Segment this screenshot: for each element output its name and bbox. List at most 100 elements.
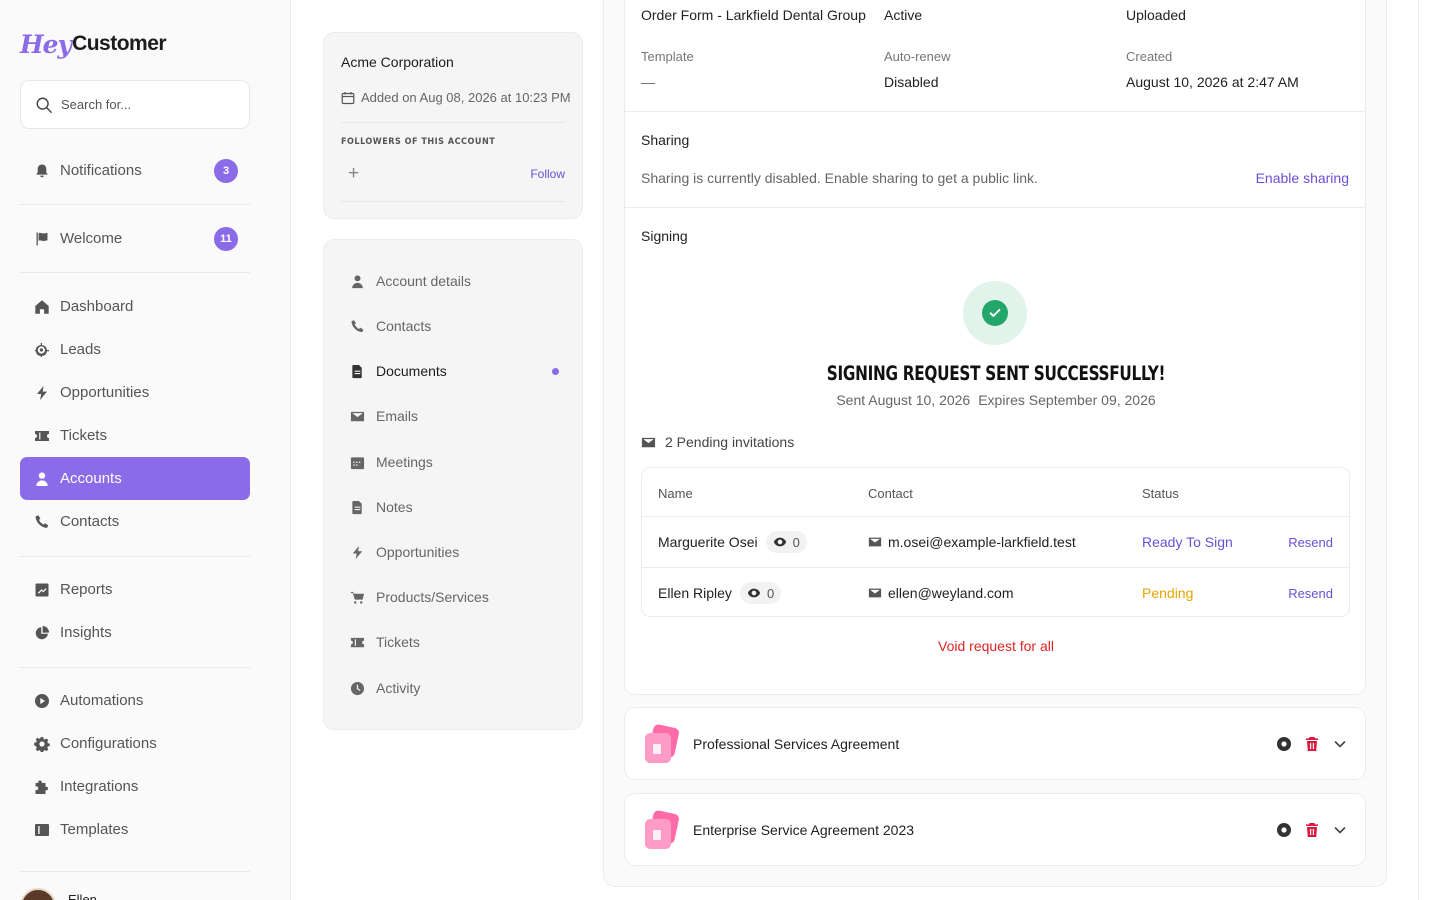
document-stack-icon: [645, 724, 679, 763]
signer-status: Ready To Sign: [1142, 534, 1233, 550]
sidebar-item-contacts[interactable]: Contacts: [20, 500, 250, 543]
sidebar-item-label: Configurations: [60, 735, 157, 752]
divider: [625, 111, 1365, 112]
sidebar-item-dashboard[interactable]: Dashboard: [20, 285, 250, 328]
search-box[interactable]: [20, 80, 250, 129]
document-card[interactable]: Enterprise Service Agreement 2023: [624, 793, 1366, 866]
tab-opportunities[interactable]: Opportunities: [349, 537, 559, 567]
document-card[interactable]: Professional Services Agreement: [624, 707, 1366, 780]
app-logo[interactable]: Hey Customer: [20, 28, 167, 60]
avatar: [20, 888, 56, 900]
home-icon: [34, 299, 50, 315]
document-stack-icon: [645, 810, 679, 849]
cart-icon: [349, 589, 365, 605]
view-count-badge: 0: [765, 531, 807, 553]
document-details-card: Order Form - Larkfield Dental Group Acti…: [624, 0, 1366, 695]
search-icon: [36, 97, 52, 113]
sidebar-divider: [20, 272, 250, 273]
trash-icon[interactable]: [1303, 821, 1321, 839]
tab-emails[interactable]: Emails: [349, 401, 559, 431]
document-icon: [349, 363, 365, 379]
bell-icon: [34, 163, 50, 179]
chevron-down-icon[interactable]: [1331, 821, 1349, 839]
sidebar: Hey Customer Notifications 3 Welcome 11 …: [0, 0, 291, 900]
tab-contacts[interactable]: Contacts: [349, 311, 559, 341]
pending-invitations-text: 2 Pending invitations: [665, 434, 795, 450]
tab-meetings[interactable]: Meetings: [349, 447, 559, 477]
sidebar-item-label: Insights: [60, 624, 112, 641]
sidebar-item-label: Notifications: [60, 162, 142, 179]
resend-button[interactable]: Resend: [1288, 586, 1333, 601]
sidebar-item-label: Reports: [60, 581, 113, 598]
sidebar-item-tickets[interactable]: Tickets: [20, 414, 250, 457]
column-header-name: Name: [658, 486, 693, 501]
sidebar-item-opportunities[interactable]: Opportunities: [20, 371, 250, 414]
view-count: 0: [766, 585, 775, 601]
search-input[interactable]: [61, 97, 231, 112]
signer-name: Ellen Ripley: [658, 585, 732, 601]
add-follower-button[interactable]: +: [348, 164, 359, 184]
sidebar-item-label: Leads: [60, 341, 101, 358]
trash-icon[interactable]: [1303, 735, 1321, 753]
chevron-down-icon[interactable]: [1331, 735, 1349, 753]
target-icon: [34, 342, 50, 358]
tab-notes[interactable]: Notes: [349, 492, 559, 522]
sidebar-item-reports[interactable]: Reports: [20, 568, 250, 611]
signer-contact-cell: m.osei@example-larkfield.test: [868, 530, 1076, 554]
tab-label: Account details: [376, 273, 471, 289]
resend-button[interactable]: Resend: [1288, 535, 1333, 550]
sidebar-item-insights[interactable]: Insights: [20, 611, 250, 654]
sidebar-item-integrations[interactable]: Integrations: [20, 765, 250, 808]
sidebar-item-label: Integrations: [60, 778, 139, 795]
user-profile[interactable]: Ellen: [20, 888, 97, 900]
sidebar-item-label: Templates: [60, 821, 129, 838]
signing-success-title: SIGNING REQUEST SENT SUCCESSFULLY!: [826, 362, 1166, 386]
play-circle-icon: [34, 693, 50, 709]
signing-heading: Signing: [641, 228, 688, 244]
sidebar-item-configurations[interactable]: Configurations: [20, 722, 250, 765]
sidebar-item-accounts[interactable]: Accounts: [20, 457, 250, 500]
follow-link[interactable]: Follow: [530, 167, 565, 181]
sidebar-item-leads[interactable]: Leads: [20, 328, 250, 371]
document-actions: [1265, 821, 1349, 839]
divider: [642, 516, 1349, 517]
tab-tickets[interactable]: Tickets: [349, 627, 559, 657]
account-summary-card: Acme Corporation Added on Aug 08, 2026 a…: [323, 32, 583, 219]
view-count-badge: 0: [739, 582, 782, 604]
template-label: Template: [641, 49, 694, 64]
divider: [341, 201, 565, 202]
signer-contact-cell: ellen@weyland.com: [868, 581, 1014, 605]
calendar-icon: [341, 91, 355, 104]
tab-label: Opportunities: [376, 544, 460, 560]
eye-icon[interactable]: [1275, 735, 1293, 753]
void-request-button[interactable]: Void request for all: [625, 638, 1365, 654]
tab-products-services[interactable]: Products/Services: [349, 582, 559, 612]
enable-sharing-link[interactable]: Enable sharing: [1256, 170, 1349, 186]
signer-name-cell: Ellen Ripley 0: [658, 581, 782, 605]
sidebar-item-welcome[interactable]: Welcome 11: [20, 217, 250, 260]
tab-activity[interactable]: Activity: [349, 673, 559, 703]
sidebar-item-templates[interactable]: Templates: [20, 808, 250, 851]
puzzle-icon: [34, 779, 50, 795]
sidebar-item-label: Welcome: [60, 230, 123, 247]
tab-documents[interactable]: Documents: [349, 356, 559, 386]
eye-icon[interactable]: [1275, 821, 1293, 839]
tab-label: Meetings: [376, 454, 433, 470]
sidebar-item-automations[interactable]: Automations: [20, 679, 250, 722]
autorenew-label: Auto-renew: [884, 49, 951, 64]
welcome-count-badge: 11: [214, 227, 238, 251]
template-value: —: [641, 74, 655, 90]
ticket-icon: [34, 428, 50, 444]
divider: [642, 567, 1349, 568]
tab-account-details[interactable]: Account details: [349, 266, 559, 296]
signing-dates: Sent August 10, 2026 Expires September 09…: [625, 392, 1365, 408]
account-added-date: Added on Aug 08, 2026 at 10:23 PM: [341, 90, 571, 105]
phone-icon: [34, 514, 50, 530]
created-value: August 10, 2026 at 2:47 AM: [1126, 74, 1299, 90]
sidebar-item-notifications[interactable]: Notifications 3: [20, 149, 250, 192]
sidebar-item-label: Dashboard: [60, 298, 134, 315]
eye-icon: [747, 588, 761, 598]
autorenew-value: Disabled: [884, 74, 939, 90]
document-source: Uploaded: [1126, 7, 1186, 23]
phone-icon: [349, 318, 365, 334]
